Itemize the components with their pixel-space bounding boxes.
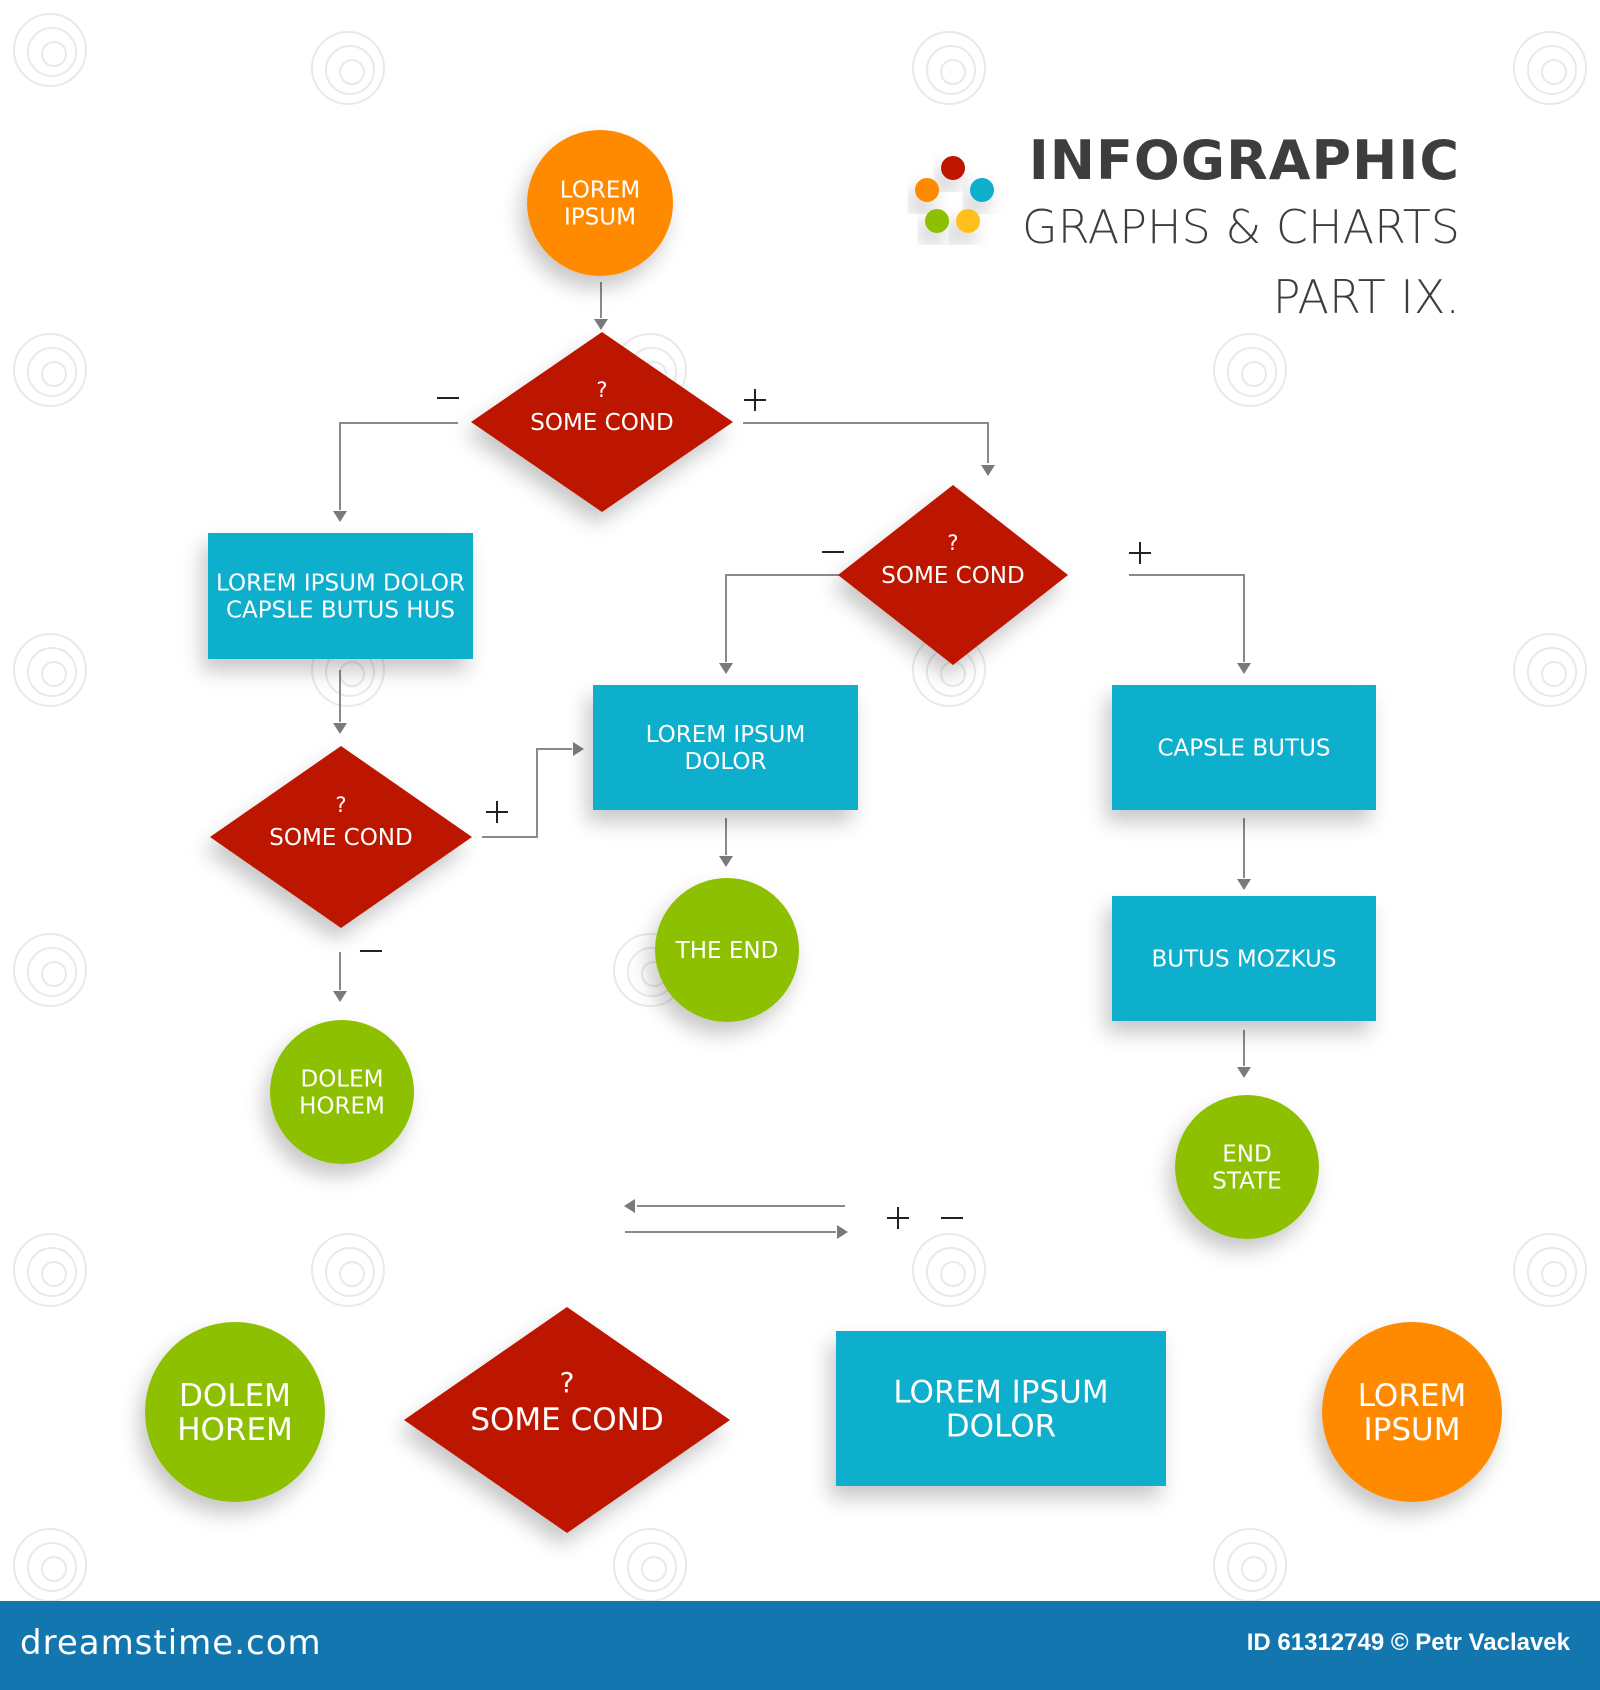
logo-dots-icon bbox=[915, 156, 994, 233]
logo-dot-green bbox=[925, 209, 949, 233]
logo-dot-yellow bbox=[956, 209, 980, 233]
watermark-spiral-icon bbox=[912, 1233, 986, 1307]
node-text: IPSUM bbox=[564, 205, 636, 231]
arrow-down-icon bbox=[719, 856, 733, 867]
node-text: DOLOR bbox=[685, 749, 767, 775]
edge-cond2-box3 bbox=[1129, 574, 1245, 662]
arrow-down-icon bbox=[1237, 1067, 1251, 1078]
watermark-spiral-icon bbox=[1213, 1528, 1287, 1602]
title-block: INFOGRAPHIC GRAPHS & CHARTS PART IX. bbox=[1000, 130, 1460, 332]
node-box3-label: CAPSLE BUTUS bbox=[1157, 736, 1330, 762]
title-main: INFOGRAPHIC bbox=[1028, 129, 1460, 192]
arrow-left-icon bbox=[624, 1199, 635, 1213]
question-mark: ? bbox=[947, 531, 958, 555]
plus-sign-icon bbox=[1129, 542, 1151, 564]
node-text: IPSUM bbox=[1364, 1412, 1461, 1448]
edge-cond3-box2 bbox=[482, 748, 572, 838]
arrow-down-icon bbox=[333, 723, 347, 734]
node-text: BUTUS MOZKUS bbox=[1151, 947, 1336, 973]
arrow-down-icon bbox=[1237, 663, 1251, 674]
node-box4-label: BUTUS MOZKUS bbox=[1151, 947, 1336, 973]
watermark-spiral-icon bbox=[13, 333, 87, 407]
node-text: LOREM IPSUM bbox=[893, 1375, 1108, 1411]
watermark-spiral-icon bbox=[1513, 633, 1587, 707]
arrow-down-icon bbox=[333, 991, 347, 1002]
legend-plus-sign-icon bbox=[887, 1207, 909, 1229]
question-mark: ? bbox=[560, 1366, 575, 1399]
footer-credit: ID 61312749 © Petr Vaclavek bbox=[1246, 1629, 1570, 1656]
edge-cond1-box1 bbox=[339, 422, 458, 510]
node-text: LOREM bbox=[1358, 1378, 1466, 1414]
node-end2-label: THE END bbox=[675, 938, 779, 964]
watermark-spiral-icon bbox=[613, 1528, 687, 1602]
plus-sign-icon bbox=[486, 801, 508, 823]
node-text: SOME COND bbox=[530, 410, 673, 436]
logo-dot-red bbox=[941, 156, 965, 180]
arrow-down-icon bbox=[719, 663, 733, 674]
node-text: HOREM bbox=[299, 1094, 385, 1120]
arrow-down-icon bbox=[981, 465, 995, 476]
arrow-right-icon bbox=[837, 1225, 848, 1239]
node-start-label: LOREMIPSUM bbox=[560, 178, 640, 231]
node-end3-label: ENDSTATE bbox=[1212, 1142, 1281, 1195]
node-text: CAPSLE BUTUS HUS bbox=[226, 598, 455, 624]
footer-bar: dreamstime.com ID 61312749 © Petr Vaclav… bbox=[0, 1601, 1600, 1690]
watermark-spiral-icon bbox=[311, 31, 385, 105]
node-text: DOLEM bbox=[300, 1067, 383, 1093]
node-text: LOREM IPSUM bbox=[646, 722, 806, 748]
node-box1-label: LOREM IPSUM DOLORCAPSLE BUTUS HUS bbox=[216, 571, 465, 624]
watermark-spiral-icon bbox=[1513, 31, 1587, 105]
watermark-spiral-icon bbox=[311, 1233, 385, 1307]
arrow-down-icon bbox=[333, 511, 347, 522]
watermark-spiral-icon bbox=[13, 1233, 87, 1307]
logo-dot-blue bbox=[970, 178, 994, 202]
node-text: DOLEM bbox=[179, 1378, 291, 1414]
edge-cond1-cond2 bbox=[743, 422, 989, 463]
legend-shape-circle-label: LOREMIPSUM bbox=[1358, 1378, 1466, 1448]
logo-dot-orange bbox=[915, 178, 939, 202]
watermark-spiral-icon bbox=[13, 1528, 87, 1602]
node-text: SOME COND bbox=[881, 563, 1024, 589]
node-text: DOLOR bbox=[946, 1409, 1056, 1445]
arrow-down-icon bbox=[594, 319, 608, 330]
node-text: END bbox=[1222, 1142, 1271, 1168]
question-mark: ? bbox=[335, 793, 346, 817]
footer-brand[interactable]: dreamstime.com bbox=[20, 1623, 322, 1663]
node-text: STATE bbox=[1212, 1169, 1281, 1195]
watermark-spiral-icon bbox=[1213, 333, 1287, 407]
node-end1-label: DOLEMHOREM bbox=[299, 1067, 385, 1120]
watermark-spiral-icon bbox=[13, 633, 87, 707]
node-text: SOME COND bbox=[269, 825, 412, 851]
watermark-spiral-icon bbox=[912, 31, 986, 105]
node-text: SOME COND bbox=[470, 1402, 663, 1438]
arrow-down-icon bbox=[1237, 879, 1251, 890]
node-text: LOREM bbox=[560, 178, 640, 204]
node-text: HOREM bbox=[177, 1412, 293, 1448]
title-subtitle: GRAPHS & CHARTS bbox=[1022, 200, 1460, 254]
node-text: LOREM IPSUM DOLOR bbox=[216, 571, 465, 597]
title-part: PART IX. bbox=[1272, 270, 1460, 324]
arrow-right-icon bbox=[573, 742, 584, 756]
watermark-spiral-icon bbox=[13, 933, 87, 1007]
watermark-spiral-icon bbox=[1513, 1233, 1587, 1307]
flowchart-nodes: LOREMIPSUM?SOME CONDLOREM IPSUM DOLORCAP… bbox=[145, 130, 1502, 1533]
node-text: CAPSLE BUTUS bbox=[1157, 736, 1330, 762]
legend-shape-circle-label: DOLEMHOREM bbox=[177, 1378, 293, 1448]
question-mark: ? bbox=[596, 378, 607, 402]
node-text: THE END bbox=[675, 938, 779, 964]
plus-sign-icon bbox=[744, 389, 766, 411]
edge-cond2-box2 bbox=[725, 574, 846, 662]
watermark-spiral-icon bbox=[13, 13, 87, 87]
